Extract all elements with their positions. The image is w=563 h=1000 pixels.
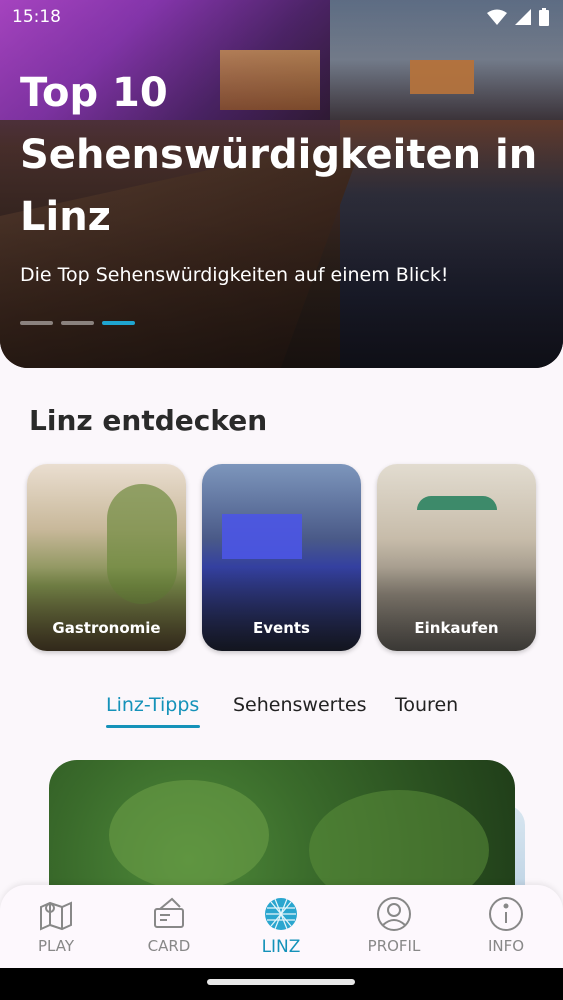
category-card-einkaufen[interactable]: Einkaufen xyxy=(377,464,536,651)
nav-info[interactable]: INFO xyxy=(461,895,551,955)
map-icon xyxy=(40,901,72,931)
status-icons xyxy=(487,8,549,26)
user-icon xyxy=(377,897,411,931)
tab-linz-tipps[interactable]: Linz-Tipps xyxy=(106,694,199,716)
tab-touren[interactable]: Touren xyxy=(395,694,458,716)
nav-label: PLAY xyxy=(37,937,74,955)
info-icon xyxy=(489,897,523,931)
carousel-dot[interactable] xyxy=(20,321,53,325)
nav-play[interactable]: PLAY xyxy=(11,895,101,955)
tab-sehenswertes[interactable]: Sehenswertes xyxy=(233,694,367,716)
discover-cards: Gastronomie Events Einkaufen xyxy=(27,464,536,651)
nav-profil[interactable]: PROFIL xyxy=(349,895,439,955)
tip-image xyxy=(109,780,269,890)
card-label: Gastronomie xyxy=(52,619,161,637)
discover-title: Linz entdecken xyxy=(29,404,268,437)
nav-label: INFO xyxy=(487,937,525,955)
carousel-dot[interactable] xyxy=(61,321,94,325)
carousel-dot-active[interactable] xyxy=(102,321,135,325)
nav-label: LINZ xyxy=(261,937,301,957)
signal-icon xyxy=(515,9,531,25)
content-tabs: Linz-Tipps Sehenswertes Touren xyxy=(0,690,563,730)
nav-label: PROFIL xyxy=(367,937,421,955)
hero-banner[interactable]: Top 10 Sehenswürdigkeiten in Linz Die To… xyxy=(0,0,563,368)
status-bar: 15:18 xyxy=(0,0,563,34)
category-card-gastronomie[interactable]: Gastronomie xyxy=(27,464,186,651)
hero-subtitle: Die Top Sehenswürdigkeiten auf einem Bli… xyxy=(20,264,449,286)
tab-active-indicator xyxy=(106,725,200,728)
home-gesture-handle[interactable] xyxy=(207,979,355,985)
bottom-navigation: PLAY CARD LINZ PROFIL INFO xyxy=(0,885,563,968)
status-time: 15:18 xyxy=(12,7,61,27)
category-card-events[interactable]: Events xyxy=(202,464,361,651)
battery-icon xyxy=(539,8,549,26)
nav-card[interactable]: CARD xyxy=(124,895,214,955)
card-label: Einkaufen xyxy=(414,619,499,637)
wifi-icon xyxy=(487,9,507,25)
screen: Top 10 Sehenswürdigkeiten in Linz Die To… xyxy=(0,0,563,968)
nav-label: CARD xyxy=(147,937,191,955)
card-label: Events xyxy=(253,619,310,637)
nav-linz[interactable]: LINZ xyxy=(236,895,326,957)
carousel-indicator[interactable] xyxy=(20,321,135,325)
hero-title: Top 10 Sehenswürdigkeiten in Linz xyxy=(20,70,538,240)
linz-globe-icon xyxy=(265,898,297,930)
ticket-icon xyxy=(154,897,184,928)
